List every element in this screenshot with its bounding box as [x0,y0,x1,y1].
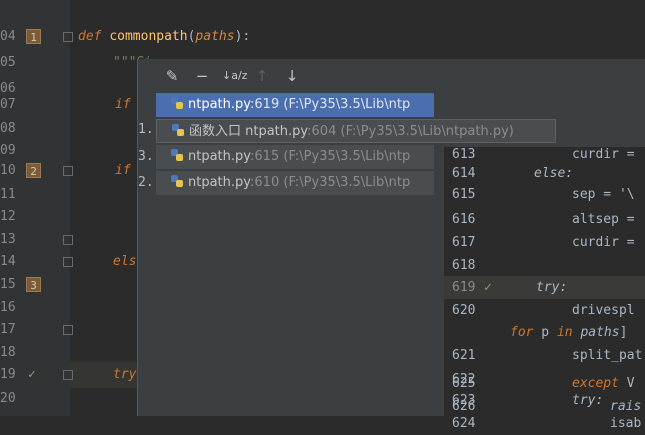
preview-line-number: 621 [452,348,476,363]
bookmark-file: ntpath.py [188,175,251,190]
bookmarks-popup[interactable]: ✎ − ↓a/z ↑ ↓ 1. 3. 2. ntpath.py:619 (F:\… [137,59,645,431]
preview-line: 614 else: [444,162,645,185]
gutter-line: 10 2 [0,158,73,184]
bookmark-file: 函数入口 ntpath.py [189,124,308,139]
sort-alpha-icon[interactable]: ↓a/z [222,66,247,86]
gutter-line: 04 1 [0,24,73,50]
preview-line: 625 except V [444,372,645,395]
code-line[interactable]: if [115,92,131,118]
code-line[interactable]: try [113,362,136,388]
fold-icon[interactable] [63,235,73,245]
python-file-icon [172,124,184,136]
line-number: 19 [0,367,16,382]
preview-line-number: 615 [452,187,476,202]
bookmark-path: (F:\Py35\3.5\Lib\ntp [283,97,411,112]
fold-icon[interactable] [63,32,73,42]
breakpoint-check-icon[interactable]: ✓ [28,362,36,388]
list-item[interactable]: ntpath.py:615 (F:\Py35\3.5\Lib\ntp [156,145,434,169]
preview-line-number: 625 [452,376,476,391]
bookmark-line: :619 [250,97,280,112]
bookmark-path: (F:\Py35\3.5\Lib\ntp [283,149,411,164]
gutter-line: 07 [0,92,70,118]
bookmark-key: 3. [138,149,154,164]
list-item[interactable]: 函数入口 ntpath.py:604 (F:\Py35\3.5\Lib\ntpa… [156,119,556,143]
list-item[interactable]: ntpath.py:619 (F:\Py35\3.5\Lib\ntp [156,93,434,117]
move-up-icon[interactable]: ↑ [252,66,272,86]
preview-line-number: 620 [452,303,476,318]
line-number: 10 [0,163,16,178]
bookmark-file: ntpath.py [188,97,251,112]
bookmark-path: (F:\Py35\3.5\Lib\ntp [283,175,411,190]
python-file-icon [171,175,183,187]
line-number: 04 [0,29,16,44]
preview-line: 618 [444,254,645,277]
bookmark-path: (F:\Py35\3.5\Lib\ntpath.py) [340,124,514,139]
preview-code: curdir = [572,235,635,250]
preview-code: drivespl [572,303,635,318]
preview-line: 626 rais [444,395,645,418]
code-line[interactable]: els [113,249,136,275]
code-line[interactable]: if [115,158,131,184]
gutter-line: 19 ✓ [0,362,73,388]
edit-pencil-icon[interactable]: ✎ [162,66,182,86]
bookmark-key: 1. [138,122,154,137]
bookmark-badge[interactable]: 2 [26,163,41,178]
list-item[interactable]: ntpath.py:610 (F:\Py35\3.5\Lib\ntp [156,171,434,195]
preview-line-number: 619 [452,280,476,295]
bookmark-line: :610 [250,175,280,190]
preview-code: split_pat [572,348,643,363]
move-down-icon[interactable]: ↓ [282,66,302,86]
breakpoint-check-icon: ✓ [484,280,492,295]
gutter-line: 20 [0,386,70,412]
remove-icon[interactable]: − [192,66,212,86]
preview-line: 621 split_pat [444,344,645,367]
preview-line-number: 626 [452,399,476,414]
python-file-icon [171,97,183,109]
code-line[interactable]: def commonpath(paths): [78,24,250,50]
preview-code: rais [610,399,642,414]
fold-icon[interactable] [63,166,73,176]
bookmark-line: :604 [307,124,337,139]
preview-line-number: 614 [452,166,476,181]
fold-icon[interactable] [63,325,73,335]
preview-line: 616 altsep = [444,208,645,231]
preview-line: 617 curdir = [444,231,645,254]
line-number: 07 [0,97,16,112]
popup-toolbar: ✎ − ↓a/z ↑ ↓ [138,59,645,93]
preview-line-number: 616 [452,212,476,227]
preview-line-number: 618 [452,258,476,273]
bookmark-line: :615 [250,149,280,164]
bookmark-badge[interactable]: 1 [26,29,41,44]
fold-icon[interactable] [63,370,73,380]
line-number: 20 [0,391,16,406]
preview-line: for p in paths] [444,321,645,344]
bookmark-key: 2. [138,175,154,190]
preview-line: 615 sep = '\ [444,183,645,206]
preview-current-line: 619 ✓ try: [444,276,645,299]
preview-line: 620 drivespl [444,299,645,322]
gutter-line: 05 [0,50,70,76]
bookmark-badge[interactable]: 3 [26,277,41,292]
preview-code: else: [534,166,574,181]
preview-code: except V [572,376,635,391]
bookmark-file: ntpath.py [188,149,251,164]
preview-code: try: [536,280,568,295]
preview-line-number: 617 [452,235,476,250]
line-number: 05 [0,55,16,70]
preview-code: sep = '\ [572,187,635,202]
preview-code: altsep = [572,212,635,227]
preview-code: for p in paths] [510,325,628,340]
python-file-icon [171,149,183,161]
fold-icon[interactable] [63,257,73,267]
